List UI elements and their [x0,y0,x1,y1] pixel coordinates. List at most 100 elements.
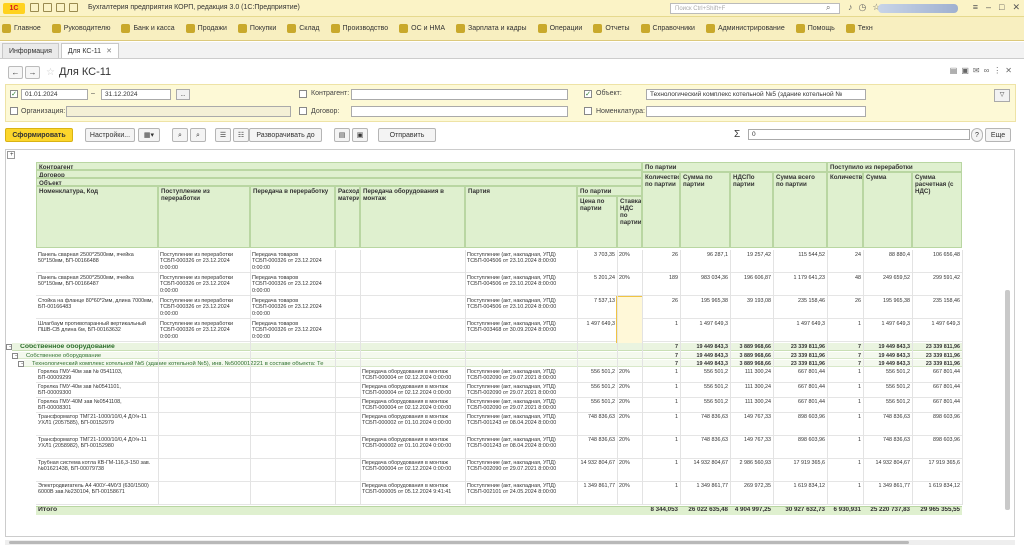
close-tab-icon[interactable]: ✕ [106,48,112,55]
cell-ti: Передача оборудования в монтаж ТСБП-0000… [362,384,452,397]
menu-item[interactable]: Производство [330,24,388,33]
cell-calc: 17 919 365,6 [928,460,960,466]
cell-nds: 111 300,24 [744,369,771,375]
save-button-icon[interactable]: ▣ [352,128,368,142]
variants-icon[interactable]: ▦▾ [138,128,160,142]
find-next-icon[interactable]: ⌕ [190,128,206,142]
close-form-icon[interactable]: ✕ [1005,66,1012,75]
object-checkbox[interactable]: ✓ [584,90,592,98]
date-from-input[interactable]: 01.01.2024 [21,89,88,100]
generate-button[interactable]: Сформировать [5,128,73,142]
bell-icon[interactable]: ♪ [848,2,853,13]
org-input[interactable] [66,106,291,117]
find-icon[interactable]: ⌕ [172,128,188,142]
user-name[interactable] [878,4,958,13]
open-tabs: Информация Для КС-11 ✕ [0,42,1024,59]
header-transfer: Передача в переработку [250,186,335,248]
scroll-thumb[interactable] [9,541,909,544]
menu-item[interactable]: Главное [2,24,41,33]
menu-item[interactable]: Банк и касса [121,24,175,33]
total-sum2: 25 220 737,83 [870,507,910,513]
menu-item[interactable]: Зарплата и кадры [456,24,527,33]
menu-label: Помощь [807,25,835,32]
settings-icon[interactable]: ≡ [973,2,978,13]
menu-item[interactable]: Склад [287,24,320,33]
expand-icon[interactable]: ☷ [233,128,249,142]
period-select-button[interactable]: ... [176,89,190,100]
menu-item[interactable]: Помощь [795,24,835,33]
link-icon[interactable]: ∞ [984,66,990,75]
print-icon[interactable]: ▤ [950,66,958,75]
menu-item[interactable]: Продажи [185,24,227,33]
header-group-party: По партии [642,162,827,172]
cell-price: 5 201,24 [594,275,615,281]
forward-button[interactable]: → [25,65,40,79]
menu-item[interactable]: Операции [537,24,582,33]
toggle-icon[interactable]: − [12,353,18,359]
report-table[interactable]: Контрагент Договор Объект Номенклатура, Код… [5,149,1015,537]
more-button[interactable]: Еще [985,128,1011,142]
tab-ks11[interactable]: Для КС-11 ✕ [60,43,119,58]
filter-icon[interactable]: ▽ [994,89,1010,102]
menu-item[interactable]: Справочники [640,24,695,33]
period-checkbox[interactable]: ✓ [10,90,18,98]
menu-item[interactable]: ОС и НМА [399,24,445,33]
cell-total: 235 158,46 [798,298,825,304]
contractor-checkbox[interactable] [299,90,307,98]
home-icon[interactable] [69,3,78,12]
cell-vat: 20% [619,252,630,258]
group-calc: 23 339 811,96 [925,353,960,359]
send-button[interactable]: Отправить [378,128,436,142]
date-to-input[interactable]: 31.12.2024 [101,89,171,100]
nomenclature-checkbox[interactable] [584,107,592,115]
toggle-icon[interactable]: − [6,344,12,350]
column-divider [617,250,618,505]
mail-icon[interactable]: ✉ [973,66,980,75]
settings-button[interactable]: Настройки... [85,128,135,142]
favorite-star-icon[interactable]: ☆ [46,67,55,78]
maximize-icon[interactable]: □ [999,2,1004,13]
close-icon[interactable]: ✕ [1012,2,1020,13]
menu-item[interactable]: Техн [845,24,873,33]
save-icon[interactable]: ▣ [961,66,969,75]
header-consumption: Расход материалов [335,186,360,248]
cell-rec: Поступление из переработки ТСБП-000326 о… [160,275,234,294]
expand-to-button[interactable]: Разворачивать до [249,128,322,142]
contractor-input[interactable] [351,89,568,100]
toggle-icon[interactable]: − [18,361,24,367]
back-button[interactable]: ← [8,65,23,79]
history-icon[interactable]: ◷ [859,2,867,13]
group-qty: 7 [675,353,678,359]
cell-rec: Поступление из переработки ТСБП-000326 о… [160,252,234,271]
expand-all-icon[interactable]: + [7,151,15,159]
print-button-icon[interactable]: ▤ [334,128,350,142]
nomenclature-input[interactable] [646,106,866,117]
minimize-icon[interactable]: – [986,2,991,13]
tab-information[interactable]: Информация [2,43,59,58]
org-checkbox[interactable] [10,107,18,115]
header-party: Партия [465,186,577,248]
cell-party: Поступление (акт, накладная, УПД) ТСБП-0… [467,460,557,473]
horizontal-scrollbar[interactable] [5,540,1015,545]
help-button[interactable]: ? [971,128,983,142]
sum-field[interactable]: 0 [748,129,970,140]
cell-vat: 20% [619,414,630,420]
more-icon[interactable]: ⋮ [993,66,1001,75]
column-divider [863,250,864,505]
cell-nom: Горелка ГМУ-40м зав № 0541103, БП-000092… [38,369,123,382]
search-icon[interactable]: ⌕ [826,3,830,13]
vertical-scrollbar[interactable] [1005,290,1010,510]
global-search-input[interactable]: Поиск Ctrl+Shift+F [670,3,840,14]
menu-icon[interactable] [30,3,39,12]
menu-item[interactable]: Покупки [237,24,276,33]
forward-icon[interactable] [56,3,65,12]
object-input[interactable]: Технологический комплекс котельной №5 (з… [646,89,866,100]
cell-sum: 556 501,2 [704,384,728,390]
back-icon[interactable] [43,3,52,12]
contract-input[interactable] [351,106,568,117]
menu-item[interactable]: Администрирование [705,24,785,33]
collapse-icon[interactable]: ☰ [215,128,231,142]
menu-item[interactable]: Отчеты [593,24,630,33]
contract-checkbox[interactable] [299,107,307,115]
menu-item[interactable]: Руководителю [51,24,110,33]
